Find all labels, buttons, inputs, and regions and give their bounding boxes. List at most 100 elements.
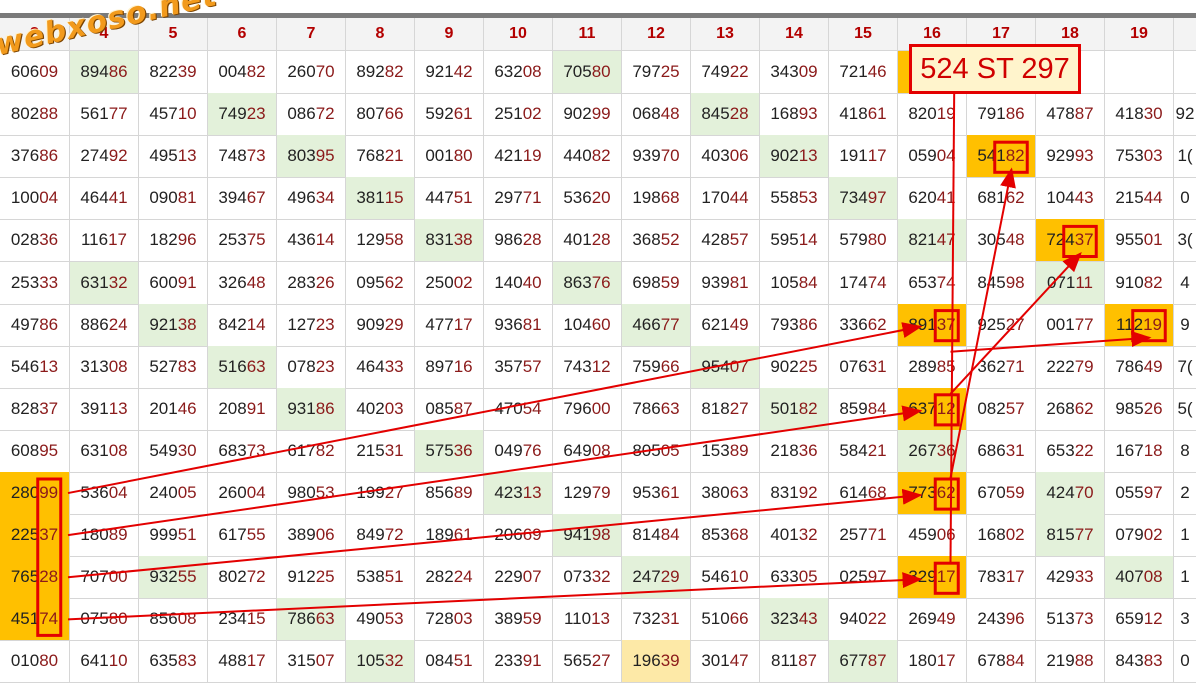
number-prefix: 608 <box>10 440 40 460</box>
number-cell: 025 97 <box>829 556 898 600</box>
number-cell: 595 14 <box>760 219 829 263</box>
number-prefix: 510 <box>701 609 730 629</box>
number-cell: 071 11 <box>1036 261 1105 305</box>
number-cell: 501 82 <box>760 387 829 431</box>
number-cell: 082 57 <box>967 387 1036 431</box>
number-cell: 055 97 <box>1105 472 1174 515</box>
number-prefix: 828 <box>10 398 40 418</box>
number-suffix: 28 <box>39 567 59 587</box>
number-suffix: 77 <box>1074 314 1094 334</box>
number-cell: 010 80 <box>0 640 70 683</box>
number-suffix: 25 <box>798 356 818 376</box>
number-prefix: 925 <box>977 314 1006 334</box>
number-suffix: 76 <box>522 440 542 460</box>
number-cell: 343 09 <box>760 51 829 94</box>
number-cell: 803 95 <box>277 135 346 179</box>
number-cell: 049 76 <box>484 429 553 473</box>
number-suffix: 80 <box>39 651 59 671</box>
number-cell: 748 73 <box>208 135 277 179</box>
number-cell: 728 03 <box>415 598 484 642</box>
number-prefix: 315 <box>287 651 316 671</box>
number-cell: 168 02 <box>967 514 1036 558</box>
number-cell: 902 13 <box>760 135 829 179</box>
number-suffix: 12 <box>591 356 611 376</box>
number-cell: 250 02 <box>415 261 484 305</box>
number-prefix: 536 <box>563 188 592 208</box>
number-suffix: 32 <box>591 567 611 587</box>
number-prefix: 457 <box>149 104 178 124</box>
number-cell: 999 51 <box>139 514 208 558</box>
number-cell: 921 42 <box>415 51 484 94</box>
number-cell: 497 86 <box>0 303 70 347</box>
number-prefix: 683 <box>218 440 247 460</box>
number-prefix: 686 <box>977 440 1006 460</box>
number-cell: 127 23 <box>277 303 346 347</box>
number-suffix: 87 <box>867 651 887 671</box>
number-suffix: 17 <box>246 651 266 671</box>
number-cell: 104 43 <box>1036 177 1105 221</box>
number-prefix: 116 <box>80 230 109 250</box>
number-prefix: 189 <box>425 525 454 545</box>
number-prefix: 127 <box>287 314 316 334</box>
number-suffix: 28 <box>729 104 749 124</box>
number-prefix: 257 <box>839 525 868 545</box>
number-prefix: 831 <box>770 483 799 502</box>
number-suffix: 73 <box>1074 609 1094 629</box>
number-cell: 856 08 <box>139 598 208 642</box>
number-cell: 247 29 <box>622 556 691 600</box>
number-cell: 470 54 <box>484 387 553 431</box>
number-cell: 447 51 <box>415 177 484 221</box>
number-suffix: 17 <box>936 651 956 671</box>
number-suffix: 08 <box>108 356 128 376</box>
number-suffix: 89 <box>453 483 473 502</box>
number-prefix: 732 <box>632 609 661 629</box>
number-suffix: 25 <box>660 62 680 81</box>
number-cell: 376 86 <box>0 135 70 179</box>
number-prefix: 936 <box>494 314 523 334</box>
number-prefix: 617 <box>287 440 316 460</box>
number-prefix: 240 <box>149 483 178 502</box>
number-suffix: 70 <box>1074 483 1094 502</box>
number-cell: 389 59 <box>484 598 553 642</box>
number-prefix: 843 <box>1115 651 1144 671</box>
number-suffix: 43 <box>798 609 818 629</box>
number-cell: 001 80 <box>415 135 484 179</box>
number-prefix: 495 <box>149 146 178 166</box>
number-cell: 104 60 <box>553 303 622 347</box>
number-cell: 791 86 <box>967 93 1036 137</box>
lottery-grid: 3 4 5 6 7 8 9 10 11 12 13 14 15 16 17 18 19 606 09 894 86 822… <box>0 18 1196 683</box>
number-suffix: 21 <box>867 440 887 460</box>
number-prefix: 380 <box>701 483 730 502</box>
number-cell: 428 57 <box>691 219 760 263</box>
number-suffix: 98 <box>1005 272 1025 292</box>
number-cell: 289 85 <box>898 345 967 389</box>
number-cell: 734 97 <box>829 177 898 221</box>
number-cell: 1( <box>1174 135 1196 179</box>
number-cell <box>1174 51 1196 94</box>
number-cell: 496 34 <box>277 177 346 221</box>
number-suffix: 88 <box>1074 651 1094 671</box>
number-suffix: 76 <box>591 272 611 292</box>
number-cell: 389 06 <box>277 514 346 558</box>
number-prefix: 561 <box>80 104 109 124</box>
number-suffix: 77 <box>660 314 680 334</box>
number-prefix: 853 <box>701 525 730 545</box>
number-suffix: 86 <box>39 314 59 334</box>
number-suffix: 22 <box>867 609 887 629</box>
number-suffix: 55 <box>246 525 266 545</box>
number-cell: 621 49 <box>691 303 760 347</box>
number-cell: 191 17 <box>829 135 898 179</box>
number-cell: 797 25 <box>622 51 691 94</box>
number-prefix: 199 <box>356 483 385 502</box>
number-prefix: 401 <box>770 525 799 545</box>
number-suffix: 89 <box>729 440 749 460</box>
number-prefix: 497 <box>10 314 40 334</box>
number-prefix: 297 <box>494 188 523 208</box>
number-prefix: 985 <box>1115 398 1144 418</box>
number-cell: 510 66 <box>691 598 760 642</box>
number-cell: 677 87 <box>829 640 898 683</box>
number-prefix: 637 <box>908 398 937 418</box>
number-suffix: 33 <box>1074 567 1094 587</box>
number-suffix: 27 <box>591 651 611 671</box>
number-suffix: 36 <box>936 440 956 460</box>
